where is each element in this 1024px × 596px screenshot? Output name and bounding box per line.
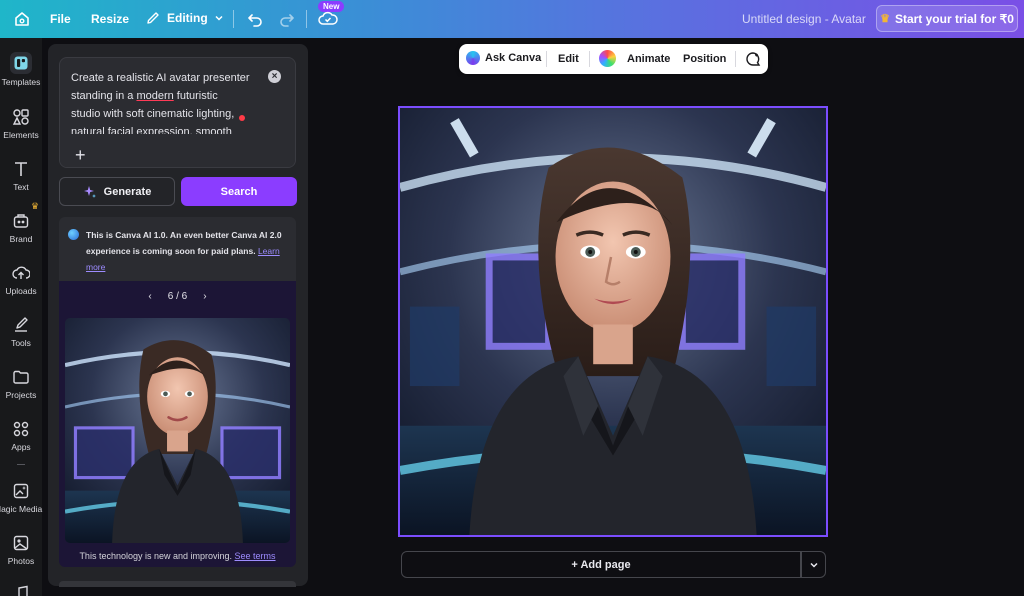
rail-item-apps[interactable]: Apps <box>0 420 42 452</box>
see-terms-link[interactable]: See terms <box>235 551 276 561</box>
rail-item-templates[interactable]: Templates <box>0 52 42 87</box>
rail-divider <box>17 464 25 465</box>
design-canvas[interactable] <box>398 106 828 537</box>
home-icon[interactable] <box>12 9 32 29</box>
chevron-left-icon[interactable]: ‹ <box>148 291 151 302</box>
panel-footer <box>59 581 296 587</box>
rail-item-label: Uploads <box>5 286 37 296</box>
file-menu-button[interactable]: File <box>50 12 71 26</box>
crown-icon: ♛ <box>880 13 890 25</box>
rail-item-brand[interactable]: Brand <box>0 212 42 244</box>
trial-label: Start your trial for ₹0 <box>894 11 1014 26</box>
results-area: ‹ 6 / 6 › This technology is new and imp… <box>59 281 296 567</box>
projects-icon <box>13 370 29 384</box>
toolbar-divider <box>233 10 234 28</box>
left-rail: Templates Elements Text ♛ Brand Uploads … <box>0 38 42 596</box>
edit-button[interactable]: Edit <box>558 53 579 65</box>
animate-button[interactable]: Animate <box>627 53 670 65</box>
rail-item-label: Elements <box>3 130 39 140</box>
toolbar-divider <box>735 51 736 67</box>
elements-icon <box>12 109 29 125</box>
avatar-image[interactable] <box>400 108 826 535</box>
rail-item-label: Apps <box>11 442 31 452</box>
rail-item-label: Magic Media <box>0 504 43 514</box>
ask-canva-button[interactable]: Ask Canva <box>466 51 541 65</box>
position-button[interactable]: Position <box>683 53 726 65</box>
apps-icon <box>13 421 29 437</box>
text-icon <box>15 162 27 176</box>
editing-mode-button[interactable]: Editing <box>145 10 224 26</box>
rail-item-more[interactable] <box>0 584 42 596</box>
rail-item-label: Text <box>13 182 29 192</box>
uploads-icon <box>12 266 30 279</box>
ask-canva-label: Ask Canva <box>485 52 542 64</box>
add-page-button[interactable]: + Add page <box>401 551 801 578</box>
sparkle-icon <box>83 185 96 198</box>
music-icon <box>18 585 28 596</box>
chevron-down-icon <box>809 562 818 568</box>
toolbar-divider <box>306 10 307 28</box>
rail-item-label: Projects <box>5 390 37 400</box>
rail-item-tools[interactable]: Tools <box>0 316 42 348</box>
redo-icon[interactable] <box>278 10 296 33</box>
disclaimer: This technology is new and improving. Se… <box>79 551 276 561</box>
prompt-line: studio with soft cinematic lighting, <box>71 108 235 120</box>
rail-item-label: Templates <box>1 77 41 87</box>
info-text: This is Canva AI 1.0. An even better Can… <box>86 230 282 272</box>
toolbar-divider <box>589 51 590 67</box>
rail-item-projects[interactable]: Projects <box>0 368 42 400</box>
prompt-fade <box>60 134 295 167</box>
photos-icon <box>13 535 29 551</box>
rail-item-magic-media[interactable]: Magic Media <box>0 482 42 514</box>
color-wheel-icon[interactable] <box>599 50 616 67</box>
start-trial-button[interactable]: ♛ Start your trial for ₹0 <box>876 5 1018 32</box>
page-indicator: 6 / 6 <box>167 291 188 302</box>
spellcheck-word[interactable]: modern <box>136 90 173 102</box>
templates-icon <box>14 56 28 70</box>
pager: ‹ 6 / 6 › <box>59 291 296 302</box>
rail-item-text[interactable]: Text <box>0 160 42 192</box>
undo-icon[interactable] <box>246 10 264 33</box>
brand-icon <box>13 214 29 228</box>
rail-item-label: Photos <box>7 556 35 566</box>
pencil-icon <box>147 12 159 24</box>
prompt-text[interactable]: Create a realistic AI avatar presenter s… <box>71 69 261 141</box>
top-bar: File Resize Editing New Untitled design … <box>0 0 1024 38</box>
cloud-save-icon[interactable] <box>318 10 338 33</box>
editing-label: Editing <box>167 11 208 25</box>
add-attachment-button[interactable]: + <box>75 146 86 164</box>
result-thumbnail[interactable] <box>65 318 290 543</box>
rail-item-photos[interactable]: Photos <box>0 534 42 566</box>
generate-button[interactable]: Generate <box>59 177 175 206</box>
resize-button[interactable]: Resize <box>91 12 129 26</box>
generate-label: Generate <box>103 185 152 198</box>
canva-ai-icon <box>466 51 480 65</box>
comment-icon[interactable] <box>745 51 761 67</box>
spellcheck-indicator <box>239 115 245 121</box>
chevron-down-icon <box>215 15 223 21</box>
crown-icon: ♛ <box>31 201 40 211</box>
chevron-right-icon[interactable]: › <box>203 291 206 302</box>
canva-ai-icon <box>68 229 79 240</box>
rail-item-label: Tools <box>11 338 31 348</box>
search-button[interactable]: Search <box>181 177 297 206</box>
tools-icon <box>15 317 28 332</box>
magic-media-icon <box>13 483 29 499</box>
rail-item-label: Brand <box>9 234 33 244</box>
prompt-line: standing in a modern futuristic <box>71 90 218 102</box>
document-title[interactable]: Untitled design - Avatar <box>742 12 866 26</box>
rail-item-elements[interactable]: Elements <box>0 108 42 140</box>
prompt-line: Create a realistic AI avatar presenter <box>71 72 250 84</box>
prompt-textarea[interactable]: Create a realistic AI avatar presenter s… <box>59 57 296 168</box>
context-toolbar: Ask Canva Edit Animate Position <box>459 44 768 74</box>
toolbar-divider <box>546 51 547 67</box>
close-icon[interactable]: × <box>268 70 281 83</box>
rail-item-uploads[interactable]: Uploads <box>0 264 42 296</box>
info-notice: This is Canva AI 1.0. An even better Can… <box>59 217 296 281</box>
add-page-options[interactable] <box>801 551 826 578</box>
magic-media-panel: Create a realistic AI avatar presenter s… <box>48 44 308 587</box>
